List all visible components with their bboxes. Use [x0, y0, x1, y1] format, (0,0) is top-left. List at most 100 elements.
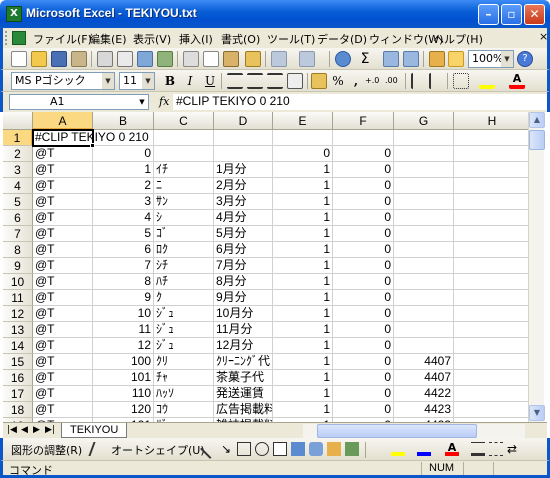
cell-d2[interactable]	[214, 146, 273, 162]
autoshapes-button[interactable]: オートシェイプ(U)	[111, 442, 205, 458]
cell-g18[interactable]: 4423	[394, 402, 454, 418]
cell-h18[interactable]	[454, 402, 531, 418]
select-objects-icon[interactable]	[88, 442, 108, 456]
cell-f10[interactable]: 0	[333, 274, 394, 290]
chevron-down-icon[interactable]: ▼	[142, 73, 154, 89]
cell-d13[interactable]: 11月分	[214, 322, 273, 338]
cell-f13[interactable]: 0	[333, 322, 394, 338]
merge-center-icon[interactable]	[287, 73, 303, 89]
draw-menu-button[interactable]: 図形の調整(R)	[11, 442, 82, 458]
menu-tools[interactable]: ツール(T)	[267, 31, 315, 47]
cell-f11[interactable]: 0	[333, 290, 394, 306]
line-color-icon[interactable]	[417, 442, 431, 456]
picture-icon[interactable]	[345, 442, 359, 456]
arrow-style-icon[interactable]: ⇄	[507, 442, 521, 456]
cell-d11[interactable]: 9月分	[214, 290, 273, 306]
cell-a2[interactable]: @T	[33, 146, 93, 162]
menu-format[interactable]: 書式(O)	[221, 31, 260, 47]
cell-e15[interactable]: 1	[273, 354, 333, 370]
cell-c1[interactable]	[154, 130, 214, 146]
cell-c5[interactable]: ｻﾝ	[154, 194, 214, 210]
cell-c10[interactable]: ﾊﾁ	[154, 274, 214, 290]
cell-b13[interactable]: 11	[93, 322, 154, 338]
cell-g7[interactable]	[394, 226, 454, 242]
chart-wizard-icon[interactable]	[429, 51, 445, 67]
borders-icon[interactable]	[453, 73, 469, 89]
cell-g13[interactable]	[394, 322, 454, 338]
menu-edit[interactable]: 編集(E)	[89, 31, 127, 47]
cell-d15[interactable]: ｸﾘｰﾆﾝｸﾞ代	[214, 354, 273, 370]
menu-file[interactable]: ファイル(F)	[33, 31, 92, 47]
cell-h6[interactable]	[454, 210, 531, 226]
cell-b7[interactable]: 5	[93, 226, 154, 242]
cell-a16[interactable]: @T	[33, 370, 93, 386]
new-icon[interactable]	[11, 51, 27, 67]
cell-f17[interactable]: 0	[333, 386, 394, 402]
prev-sheet-icon[interactable]: ◀	[21, 425, 28, 435]
row-header[interactable]: 17	[3, 386, 33, 402]
bold-button[interactable]: B	[161, 73, 179, 89]
font-color-icon[interactable]: A	[509, 73, 525, 89]
last-sheet-icon[interactable]: ▶|	[45, 425, 55, 435]
row-header[interactable]: 14	[3, 338, 33, 354]
row-header[interactable]: 15	[3, 354, 33, 370]
line-style-icon[interactable]	[471, 442, 485, 456]
cell-e7[interactable]: 1	[273, 226, 333, 242]
scroll-down-icon[interactable]: ▼	[529, 405, 545, 421]
cell-b5[interactable]: 3	[93, 194, 154, 210]
cell-g12[interactable]	[394, 306, 454, 322]
cell-f3[interactable]: 0	[333, 162, 394, 178]
align-right-icon[interactable]	[267, 73, 283, 89]
zoom-select[interactable]: 100% ▼	[468, 50, 514, 68]
font-select[interactable]: MS Pゴシック ▼	[11, 72, 115, 90]
cell-c2[interactable]	[154, 146, 214, 162]
fill-handle[interactable]	[90, 143, 95, 148]
cell-g15[interactable]: 4407	[394, 354, 454, 370]
vertical-scrollbar[interactable]: ▲ ▼	[528, 112, 545, 422]
cell-d6[interactable]: 4月分	[214, 210, 273, 226]
excel-icon[interactable]: X	[6, 6, 22, 22]
toolbar-grip[interactable]	[5, 31, 8, 45]
cell-e2[interactable]: 0	[273, 146, 333, 162]
column-header-e[interactable]: E	[273, 112, 333, 130]
open-icon[interactable]	[31, 51, 47, 67]
underline-button[interactable]: U	[201, 73, 219, 89]
cell-h9[interactable]	[454, 258, 531, 274]
print-preview-icon[interactable]	[117, 51, 133, 67]
cell-c18[interactable]: ｺｳ	[154, 402, 214, 418]
column-header-a[interactable]: A	[33, 112, 93, 130]
menu-view[interactable]: 表示(V)	[133, 31, 171, 47]
row-header[interactable]: 2	[3, 146, 33, 162]
cell-c6[interactable]: ｼ	[154, 210, 214, 226]
cell-e6[interactable]: 1	[273, 210, 333, 226]
cell-h17[interactable]	[454, 386, 531, 402]
column-header-b[interactable]: B	[93, 112, 154, 130]
cell-a13[interactable]: @T	[33, 322, 93, 338]
cell-h3[interactable]	[454, 162, 531, 178]
cell-f15[interactable]: 0	[333, 354, 394, 370]
row-header[interactable]: 13	[3, 322, 33, 338]
row-header[interactable]: 3	[3, 162, 33, 178]
cell-e5[interactable]: 1	[273, 194, 333, 210]
chevron-down-icon[interactable]: ▼	[501, 51, 513, 67]
chevron-down-icon[interactable]: ▼	[136, 95, 148, 109]
cell-c17[interactable]: ﾊｯｿ	[154, 386, 214, 402]
scroll-up-icon[interactable]: ▲	[529, 112, 545, 128]
cell-c16[interactable]: ﾁｬ	[154, 370, 214, 386]
horizontal-scroll-thumb[interactable]	[317, 424, 477, 438]
row-header[interactable]: 16	[3, 370, 33, 386]
cell-f2[interactable]: 0	[333, 146, 394, 162]
cell-g14[interactable]	[394, 338, 454, 354]
worksheet-grid[interactable]: A B C D E F G H 1 #CLIP TEKIYO 0 210 2 @T 0 0 0 3 @T 1 ｲﾁ 1…	[3, 112, 547, 422]
cell-b8[interactable]: 6	[93, 242, 154, 258]
cell-h2[interactable]	[454, 146, 531, 162]
cell-h4[interactable]	[454, 178, 531, 194]
select-all-corner[interactable]	[3, 112, 33, 130]
cell-g9[interactable]	[394, 258, 454, 274]
drawing-icon[interactable]	[448, 51, 464, 67]
cell-g17[interactable]: 4422	[394, 386, 454, 402]
undo-icon[interactable]	[271, 51, 287, 67]
cell-b6[interactable]: 4	[93, 210, 154, 226]
cell-f8[interactable]: 0	[333, 242, 394, 258]
cell-d18[interactable]: 広告掲載料	[214, 402, 273, 418]
